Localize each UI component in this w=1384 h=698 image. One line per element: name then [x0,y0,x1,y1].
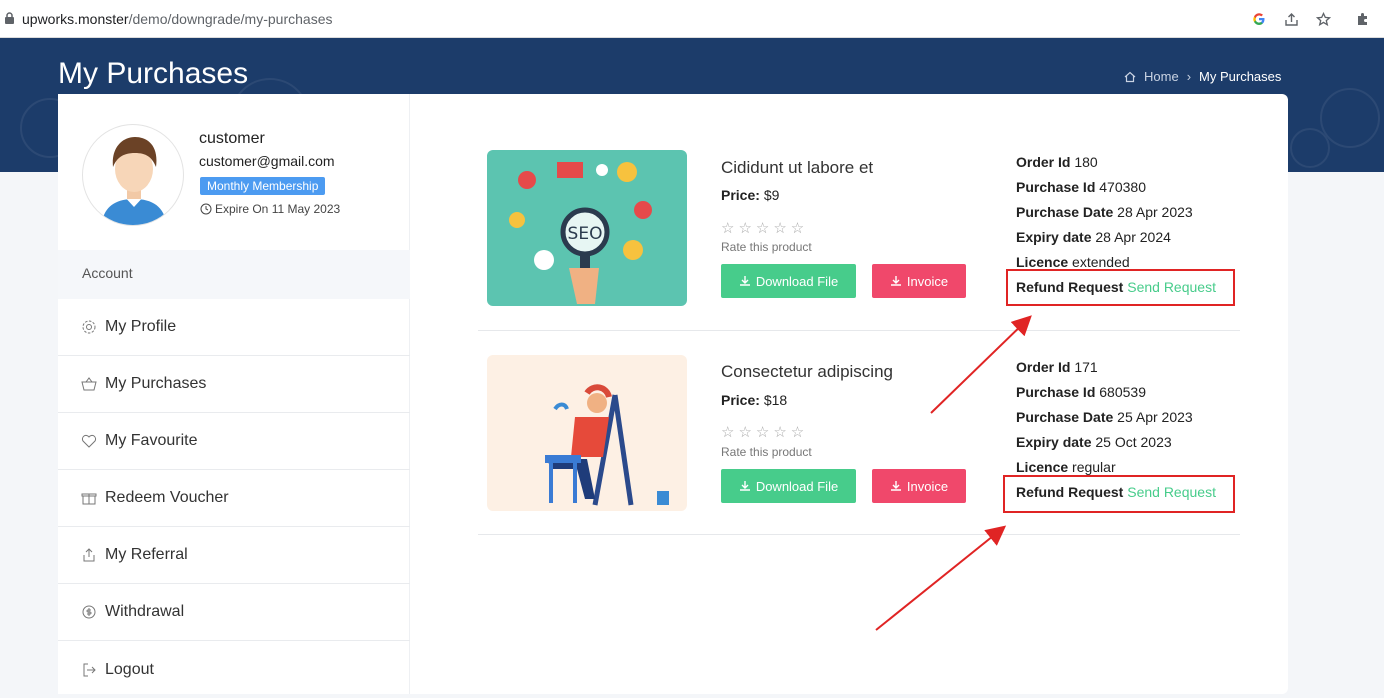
annotation-arrow-1 [930,315,1032,414]
annotation-arrows [875,315,1032,631]
annotation-arrow-2 [875,525,1007,631]
